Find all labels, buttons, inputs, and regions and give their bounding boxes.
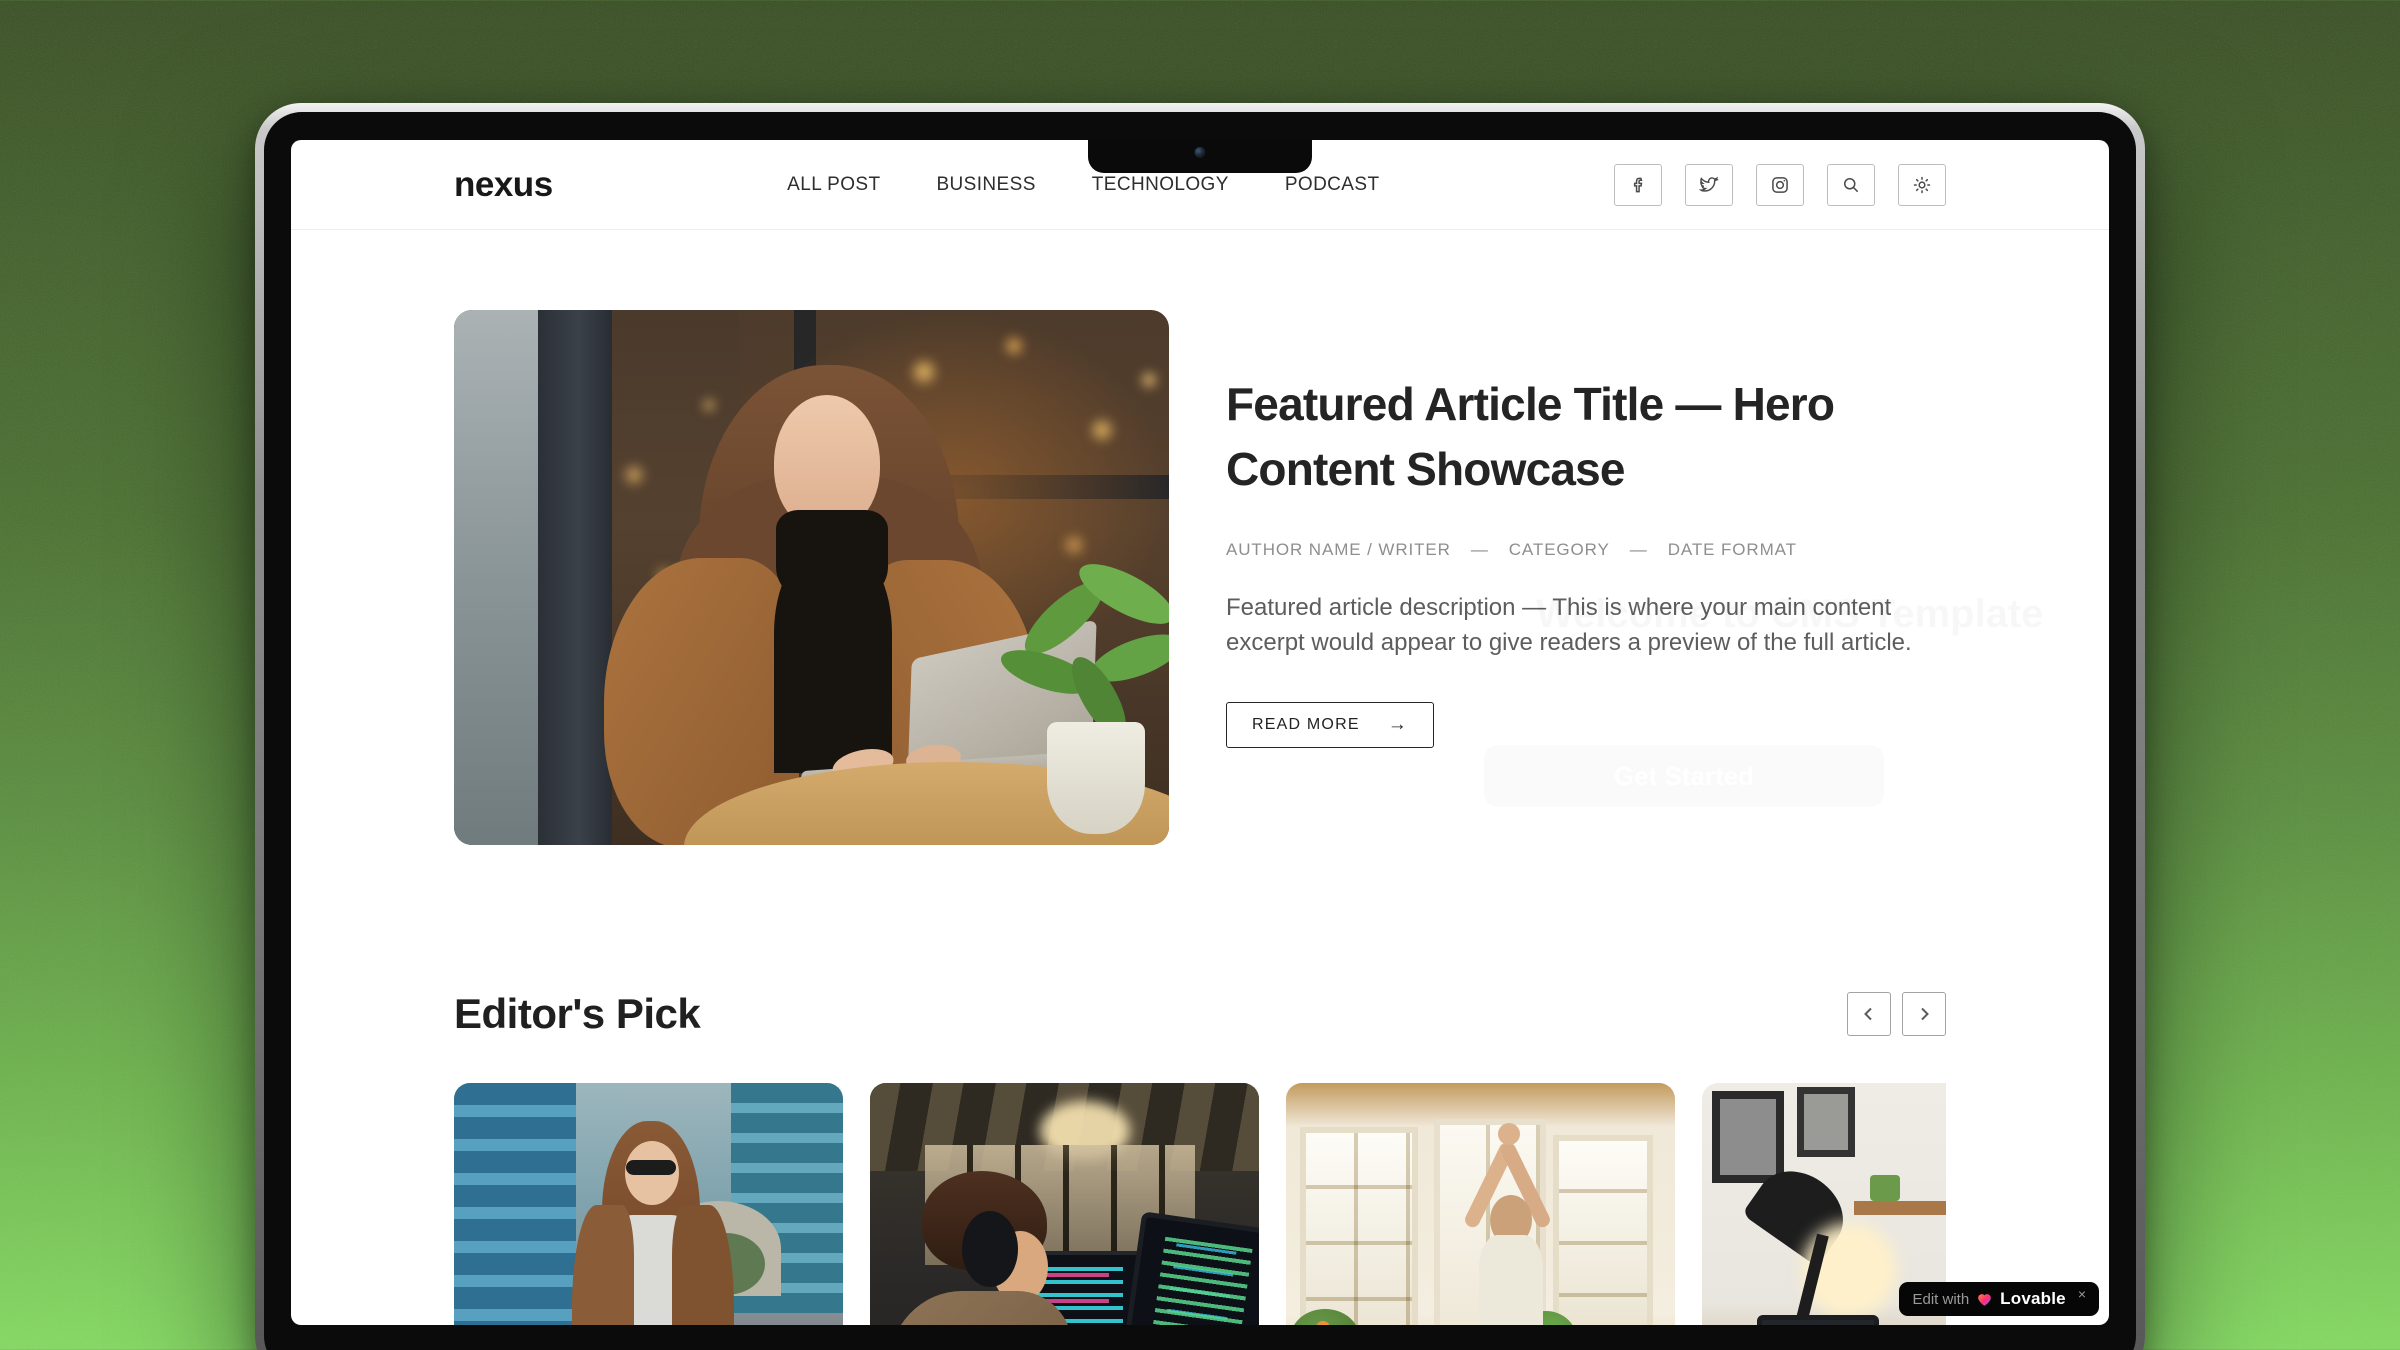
meta-separator: — xyxy=(1630,540,1648,560)
featured-title-line2: Content Showcase xyxy=(1226,437,1946,502)
twitter-button[interactable] xyxy=(1685,164,1733,206)
meta-author: AUTHOR NAME / WRITER xyxy=(1226,540,1451,560)
laptop-notch xyxy=(1088,140,1312,173)
ghost-get-started-button: Get Started xyxy=(1484,745,1884,807)
carousel-prev-button[interactable] xyxy=(1847,992,1891,1036)
card-image-developer-workspace[interactable] xyxy=(870,1083,1259,1325)
badge-close-icon[interactable]: × xyxy=(2078,1286,2086,1302)
editors-pick-header: Editor's Pick xyxy=(291,990,2109,1038)
card-image-street-fashion[interactable] xyxy=(454,1083,843,1325)
instagram-icon xyxy=(1770,175,1790,195)
badge-brand: Lovable xyxy=(2000,1289,2066,1309)
badge-prefix: Edit with xyxy=(1912,1291,1969,1308)
article-meta: AUTHOR NAME / WRITER — CATEGORY — DATE F… xyxy=(1226,540,1946,560)
facebook-button[interactable] xyxy=(1614,164,1662,206)
site-logo[interactable]: nexus xyxy=(454,165,553,205)
search-button[interactable] xyxy=(1827,164,1875,206)
nav-item-business[interactable]: BUSINESS xyxy=(936,174,1035,196)
laptop-rim: nexus ALL POST BUSINESS TECHNOLOGY PODCA… xyxy=(255,103,2145,1350)
browser-screen: nexus ALL POST BUSINESS TECHNOLOGY PODCA… xyxy=(291,140,2109,1325)
carousel-controls xyxy=(1847,992,1946,1036)
twitter-icon xyxy=(1698,174,1720,196)
theme-toggle-button[interactable] xyxy=(1898,164,1946,206)
search-icon xyxy=(1841,175,1861,195)
laptop-bezel: nexus ALL POST BUSINESS TECHNOLOGY PODCA… xyxy=(264,112,2136,1350)
header-icons xyxy=(1614,164,1946,206)
nav-item-all-post[interactable]: ALL POST xyxy=(787,174,880,196)
read-more-label: READ MORE xyxy=(1252,716,1360,734)
featured-title-line1: Featured Article Title — Hero xyxy=(1226,372,1946,437)
carousel-next-button[interactable] xyxy=(1902,992,1946,1036)
meta-separator: — xyxy=(1471,540,1489,560)
webcam-icon xyxy=(1195,147,1206,158)
nav-item-podcast[interactable]: PODCAST xyxy=(1285,174,1380,196)
editors-pick-heading: Editor's Pick xyxy=(454,990,700,1038)
featured-article-image[interactable] xyxy=(454,310,1169,845)
instagram-button[interactable] xyxy=(1756,164,1804,206)
card-image-yoga-home[interactable] xyxy=(1286,1083,1675,1325)
lovable-edit-badge[interactable]: Edit with Lovable × xyxy=(1899,1282,2099,1316)
arrow-right-icon: → xyxy=(1388,714,1408,736)
featured-description: Featured article description — This is w… xyxy=(1226,590,1946,660)
lovable-heart-icon xyxy=(1976,1291,1993,1307)
meta-category: CATEGORY xyxy=(1509,540,1610,560)
nav-item-technology[interactable]: TECHNOLOGY xyxy=(1092,174,1229,196)
meta-date: DATE FORMAT xyxy=(1668,540,1797,560)
chevron-right-icon xyxy=(1916,1006,1932,1022)
sun-theme-icon xyxy=(1912,175,1932,195)
chevron-left-icon xyxy=(1861,1006,1877,1022)
editors-pick-carousel xyxy=(454,1083,1946,1325)
main-nav: ALL POST BUSINESS TECHNOLOGY PODCAST xyxy=(787,174,1379,196)
facebook-icon xyxy=(1628,175,1648,195)
laptop-mockup: nexus ALL POST BUSINESS TECHNOLOGY PODCA… xyxy=(255,103,2145,1350)
read-more-button[interactable]: READ MORE → xyxy=(1226,702,1434,748)
